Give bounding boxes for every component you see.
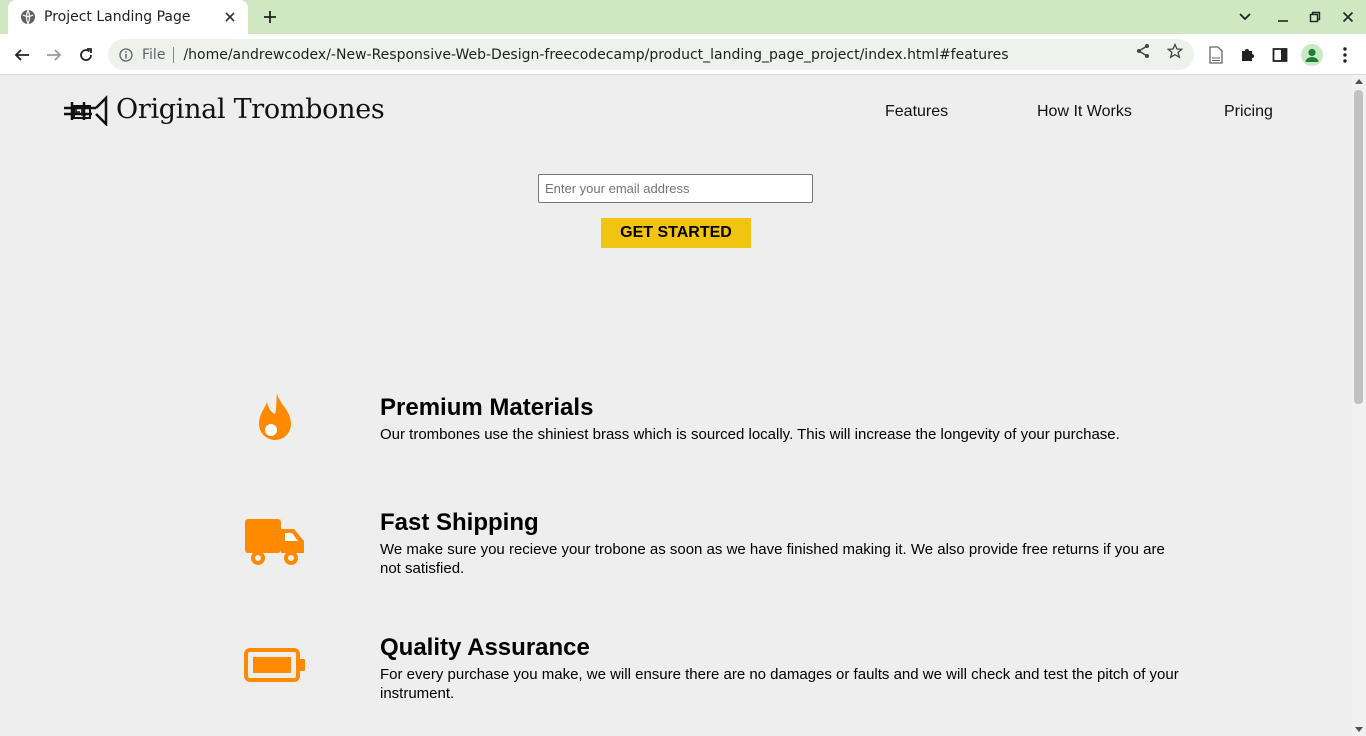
back-arrow-icon[interactable] [9, 42, 35, 68]
get-started-button[interactable]: GET STARTED [601, 218, 751, 248]
star-icon[interactable] [1165, 41, 1185, 61]
restore-icon[interactable] [1303, 6, 1327, 28]
reload-icon[interactable] [73, 42, 99, 68]
page-scrollbar[interactable] [1352, 75, 1366, 736]
scroll-down-arrow-icon[interactable] [1355, 727, 1363, 732]
feature-text: We make sure you recieve your trobone as… [380, 541, 1165, 577]
site-header: Original Trombones Features How It Works… [0, 75, 1352, 150]
forward-arrow-icon[interactable] [41, 42, 67, 68]
minimize-icon[interactable] [1271, 6, 1295, 28]
url-text[interactable]: /home/andrewcodex/-New-Responsive-Web-De… [183, 47, 1008, 63]
feature-title: Premium Materials [380, 394, 594, 421]
fire-icon [230, 392, 320, 444]
trombone-logo-icon [64, 94, 108, 126]
truck-icon [230, 517, 320, 567]
url-scheme-chip: File [142, 46, 166, 63]
chevron-down-icon[interactable] [1233, 6, 1257, 28]
tab-title: Project Landing Page [44, 9, 191, 25]
nav-link-how-it-works[interactable]: How It Works [1037, 103, 1132, 121]
nav-link-features[interactable]: Features [885, 103, 948, 121]
feature-text: For every purchase you make, we will ens… [380, 666, 1179, 702]
page-viewport: GET STARTED Premium Materials Our trombo… [0, 75, 1352, 736]
side-panel-icon[interactable] [1269, 44, 1291, 66]
feature-title: Quality Assurance [380, 634, 590, 661]
feature-title: Fast Shipping [380, 509, 539, 536]
window-close-icon[interactable] [1336, 6, 1360, 28]
browser-tab[interactable]: Project Landing Page [8, 0, 248, 34]
info-icon[interactable] [118, 47, 134, 63]
brand-name: Original Trombones [116, 93, 385, 125]
feature-text: Our trombones use the shiniest brass whi… [380, 426, 1120, 443]
close-icon[interactable] [222, 9, 238, 25]
email-field[interactable] [538, 174, 813, 203]
puzzle-icon[interactable] [1237, 44, 1259, 66]
scroll-thumb[interactable] [1354, 90, 1363, 404]
profile-icon[interactable] [1301, 44, 1323, 66]
kebab-menu-icon[interactable] [1334, 44, 1356, 66]
tab-strip: Project Landing Page [0, 0, 1366, 34]
url-divider [173, 46, 175, 63]
globe-icon [20, 9, 36, 25]
battery-icon [230, 648, 320, 682]
header-logo[interactable]: Original Trombones [62, 92, 385, 126]
nav-link-pricing[interactable]: Pricing [1224, 103, 1273, 121]
share-icon[interactable] [1133, 41, 1153, 61]
browser-toolbar: File /home/andrewcodex/-New-Responsive-W… [0, 34, 1366, 75]
page-icon[interactable] [1205, 44, 1227, 66]
scroll-up-arrow-icon[interactable] [1355, 79, 1363, 84]
plus-icon[interactable] [258, 6, 282, 28]
address-bar[interactable]: File /home/andrewcodex/-New-Responsive-W… [108, 39, 1194, 70]
